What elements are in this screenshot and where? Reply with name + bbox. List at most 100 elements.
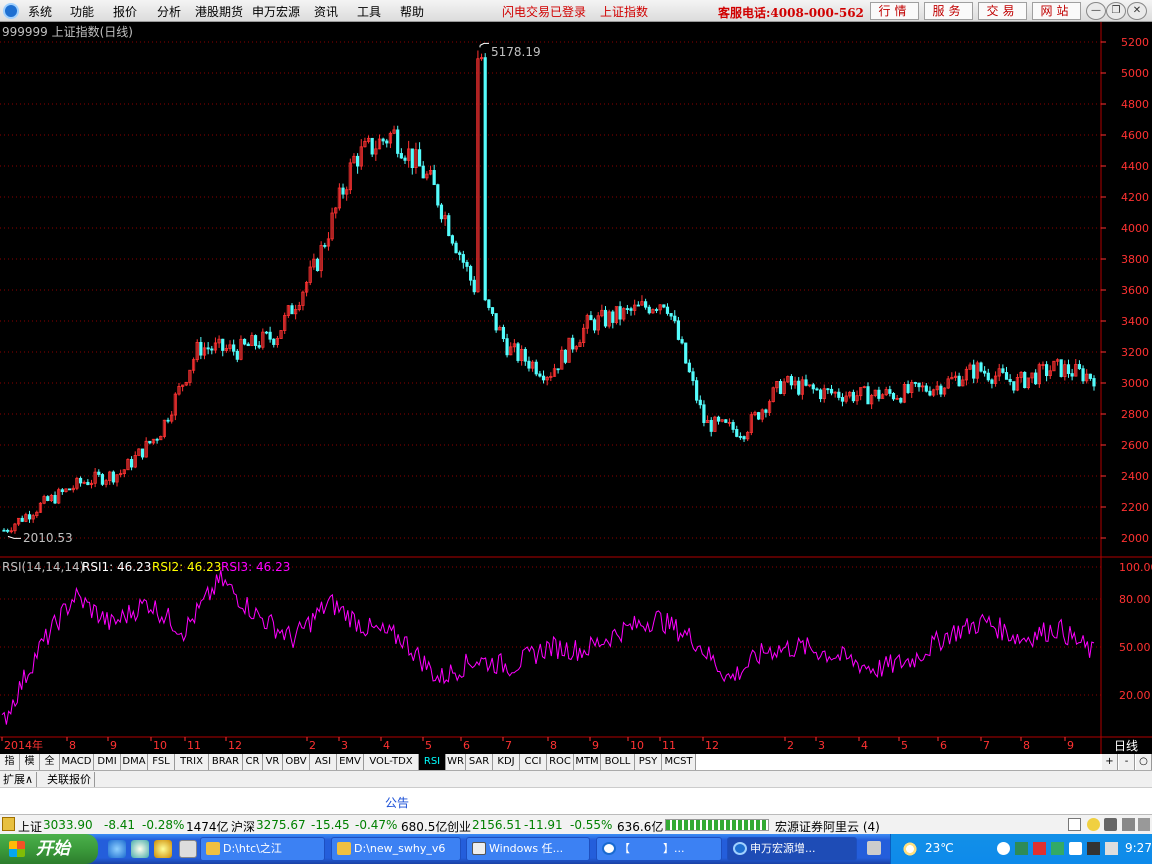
indicator-tab-wr[interactable]: WR	[446, 754, 466, 770]
indicator-tab-cr[interactable]: CR	[243, 754, 263, 770]
indicator-tab-模板[interactable]: 模板	[20, 754, 40, 783]
indicator-tab-全部[interactable]: 全部	[40, 754, 60, 783]
indicator-tab-roc[interactable]: ROC	[547, 754, 574, 770]
lock-icon[interactable]	[1122, 818, 1135, 831]
weather-icon[interactable]	[901, 840, 919, 858]
candle-body	[272, 338, 276, 345]
chat-icon[interactable]	[1051, 842, 1064, 855]
menu-function[interactable]: 功能	[70, 3, 94, 20]
menu-help[interactable]: 帮助	[400, 3, 424, 20]
candle-body	[1059, 359, 1063, 377]
website-button[interactable]: 网站	[1032, 2, 1081, 20]
indicator-tab-指标[interactable]: 指标	[0, 754, 20, 783]
candle-body	[837, 391, 841, 398]
indicator-tab-psy[interactable]: PSY	[635, 754, 662, 770]
show-desktop-icon[interactable]	[179, 840, 197, 858]
menu-tools[interactable]: 工具	[357, 3, 381, 20]
tray-back-icon[interactable]	[997, 842, 1010, 855]
indicator-tab-obv[interactable]: OBV	[283, 754, 310, 770]
task-folder-htc[interactable]: D:\htc\之江	[200, 837, 325, 861]
security-icon[interactable]	[1015, 842, 1028, 855]
rsi1-label: RSI1: 46.23	[82, 560, 151, 574]
candle-body	[891, 393, 896, 400]
minimize-icon[interactable]: —	[1086, 2, 1106, 20]
related-quote-tab[interactable]: 关联报价	[44, 772, 95, 787]
candle-body	[2, 529, 6, 532]
indicator-tab-fsl[interactable]: FSL	[148, 754, 175, 770]
network-icon[interactable]	[1087, 842, 1100, 855]
service-button[interactable]: 服务	[924, 2, 973, 20]
candle-body	[742, 436, 746, 440]
indicator-tab-emv[interactable]: EMV	[337, 754, 364, 770]
menu-hk-futures[interactable]: 港股期货	[195, 3, 243, 20]
current-symbol-notice: 上证指数	[600, 5, 649, 19]
settings-icon[interactable]	[1138, 818, 1150, 831]
task-browser[interactable]: 【 】...	[596, 837, 722, 861]
candle-body	[986, 372, 990, 381]
announcement-label[interactable]: 公告	[385, 794, 409, 811]
indicator-tab-vr[interactable]: VR	[263, 754, 283, 770]
broker-server[interactable]: 宏源证券阿里云 (4)	[775, 818, 880, 835]
candle-body	[501, 326, 506, 340]
candle-body	[323, 245, 327, 247]
candle-body	[148, 440, 152, 444]
indicator-tab-dma[interactable]: DMA	[121, 754, 148, 770]
expand-button[interactable]: 扩展∧	[0, 772, 38, 787]
indicator-tab-boll[interactable]: BOLL	[601, 754, 635, 770]
taskbar-app-icon[interactable]	[867, 841, 881, 855]
candle-body	[516, 343, 520, 361]
zoom-reset-button[interactable]: ○	[1136, 754, 1152, 770]
market-strength-meter	[665, 819, 769, 831]
kline-chart[interactable]: 5200 5000 4800 4600 4400 4200 4000 3800 3600 3400…	[0, 22, 1152, 754]
indicator-tab-vol-tdx[interactable]: VOL-TDX	[364, 754, 419, 770]
y-tick-label: 4000	[1121, 222, 1149, 235]
restore-icon[interactable]: ❐	[1106, 2, 1126, 20]
candle-body	[680, 339, 684, 344]
period-label[interactable]: 日线	[1114, 739, 1138, 753]
zoom-in-button[interactable]: +	[1102, 754, 1118, 770]
menu-system[interactable]: 系统	[28, 3, 52, 20]
y-tick-label: 4200	[1121, 191, 1149, 204]
indicator-tab-macd[interactable]: MACD	[60, 754, 94, 770]
volume-icon[interactable]	[1105, 842, 1118, 855]
indicator-tab-sar[interactable]: SAR	[466, 754, 493, 770]
indicator-tab-rsi[interactable]: RSI	[419, 754, 446, 770]
zoom-out-button[interactable]: -	[1119, 754, 1135, 770]
close-icon[interactable]: ✕	[1127, 2, 1147, 20]
notify-icon[interactable]	[1087, 818, 1100, 831]
indicator-tab-brar[interactable]: BRAR	[209, 754, 243, 770]
task-swhy-app[interactable]: 申万宏源增...	[727, 837, 857, 861]
task-folder-swhy[interactable]: D:\new_swhy_v6	[331, 837, 461, 861]
browser-icon[interactable]	[131, 840, 149, 858]
candle-body	[450, 235, 454, 244]
quote-button[interactable]: 行情	[870, 2, 919, 20]
menu-news[interactable]: 资讯	[314, 3, 338, 20]
candle-body	[494, 313, 498, 331]
antivirus-icon[interactable]	[1033, 842, 1046, 855]
clock[interactable]: 9:27	[1125, 841, 1152, 855]
indicator-tab-dmi[interactable]: DMI	[94, 754, 121, 770]
indicator-tab-kdj[interactable]: KDJ	[493, 754, 520, 770]
indicator-tab-mcst[interactable]: MCST	[662, 754, 696, 770]
candle-body	[556, 368, 560, 371]
app-quicklaunch-icon[interactable]	[154, 840, 172, 858]
indicator-tab-trix[interactable]: TRIX	[175, 754, 209, 770]
indicator-tab-asi[interactable]: ASI	[310, 754, 337, 770]
menu-analysis[interactable]: 分析	[157, 3, 181, 20]
menu-bar: 系统 功能 报价 分析 港股期货 申万宏源 资讯 工具 帮助 闪电交易已登录 上…	[0, 0, 1152, 22]
candle-body	[100, 474, 105, 485]
panel-icon[interactable]	[1068, 818, 1081, 831]
candle-body	[385, 140, 389, 144]
ie-icon[interactable]	[108, 840, 126, 858]
menu-swhy[interactable]: 申万宏源	[252, 3, 300, 20]
y-tick-label: 3200	[1121, 346, 1149, 359]
task-task-manager[interactable]: Windows 任...	[466, 837, 590, 861]
indicator-tab-cci[interactable]: CCI	[520, 754, 547, 770]
indicator-tab-mtm[interactable]: MTM	[574, 754, 601, 770]
menu-quote[interactable]: 报价	[113, 3, 137, 20]
shield-icon[interactable]	[1069, 842, 1082, 855]
candle-body	[818, 389, 823, 400]
trade-button[interactable]: 交易	[978, 2, 1027, 20]
start-button[interactable]: 开始	[0, 834, 98, 864]
y-tick-label: 4600	[1121, 129, 1149, 142]
